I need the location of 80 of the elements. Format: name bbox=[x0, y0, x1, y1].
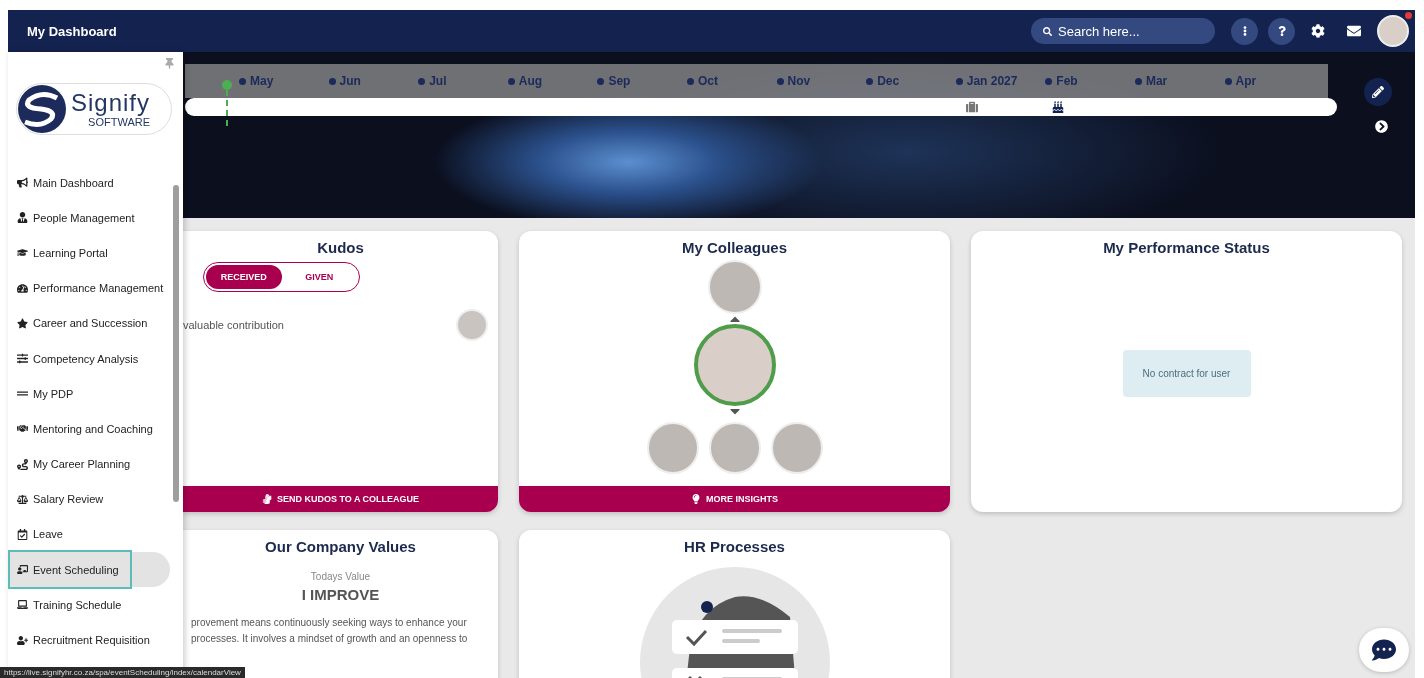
pencil-icon bbox=[1372, 86, 1384, 98]
month-label: Aug bbox=[507, 74, 598, 88]
nav-item[interactable]: Mentoring and Coaching bbox=[8, 411, 153, 447]
card-title: Our Company Values bbox=[265, 538, 416, 555]
nav-item[interactable]: People Management bbox=[8, 200, 135, 236]
star-icon bbox=[17, 317, 28, 329]
scrollbar[interactable] bbox=[173, 185, 179, 502]
brand-tagline: SOFTWARE bbox=[88, 116, 151, 128]
chevron-right-icon bbox=[1374, 120, 1388, 133]
graduation-cap-icon bbox=[17, 247, 28, 259]
nav-item[interactable]: My Career Planning bbox=[8, 446, 131, 482]
swoosh-logo-icon bbox=[17, 84, 67, 134]
sender-avatar bbox=[456, 309, 488, 341]
nav-item[interactable]: Competency Analysis bbox=[8, 340, 139, 377]
nav-item[interactable]: Recruitment Requisition bbox=[8, 622, 150, 658]
suitcase-icon bbox=[965, 101, 978, 113]
nav-item[interactable]: Leave bbox=[8, 516, 63, 553]
chat-button[interactable] bbox=[1359, 628, 1409, 672]
month-label: Jun bbox=[328, 74, 419, 88]
value-description: provement means continuously seeking ways to enhance your processes. It involves a mindset of growth and an openness to bbox=[190, 616, 469, 646]
send-kudos-button[interactable]: SEND KUDOS TO A COLLEAGUE bbox=[183, 486, 498, 512]
nav-item[interactable]: Salary Review bbox=[8, 481, 104, 517]
sliders-icon bbox=[17, 353, 28, 365]
hands-icon bbox=[261, 494, 272, 504]
nav-item[interactable]: Career and Succession bbox=[8, 305, 148, 341]
brand-name: Signify bbox=[71, 90, 151, 116]
route-icon bbox=[17, 458, 28, 470]
nav-item[interactable]: Event Scheduling bbox=[8, 552, 170, 588]
month-label: May bbox=[239, 74, 329, 88]
settings-icon bbox=[1311, 24, 1325, 38]
edit-button[interactable] bbox=[1364, 78, 1392, 106]
month-label: Apr bbox=[1224, 74, 1315, 88]
search-icon bbox=[1043, 27, 1052, 36]
today-marker bbox=[222, 80, 232, 126]
user-avatar[interactable] bbox=[1377, 15, 1409, 47]
month-label: Oct bbox=[686, 74, 777, 88]
link-preview: https://live.signifyhr.co.za/spa/eventScheduling/index/calendarView bbox=[0, 667, 245, 678]
envelope-icon bbox=[1347, 24, 1361, 38]
month-label: Jan 2027 bbox=[955, 74, 1046, 88]
nav-item[interactable]: Main Dashboard bbox=[8, 165, 114, 201]
month-label: Feb bbox=[1045, 74, 1135, 88]
month-label: Jul bbox=[418, 74, 508, 88]
lightbulb-icon bbox=[691, 494, 701, 504]
kudos-message: valuable contribution bbox=[183, 319, 284, 331]
search-field[interactable]: Search here... bbox=[1031, 18, 1215, 44]
value-caption: Todays Value bbox=[310, 571, 371, 582]
scales-icon bbox=[17, 493, 28, 505]
next-button[interactable] bbox=[1374, 120, 1388, 133]
chat-icon bbox=[1372, 638, 1396, 662]
calendar-check-icon bbox=[17, 528, 28, 540]
info-notice: No contract for user bbox=[1122, 350, 1251, 397]
page-title: My Dashboard bbox=[27, 23, 118, 39]
kudos-tab[interactable]: GIVEN bbox=[281, 265, 357, 289]
card-title: My Colleagues bbox=[682, 239, 787, 256]
nav-item[interactable]: Learning Portal bbox=[8, 235, 108, 271]
more-options-button[interactable] bbox=[1231, 17, 1258, 45]
value-name: I IMPROVE bbox=[301, 586, 380, 603]
kudos-tab[interactable]: RECEIVED bbox=[206, 265, 282, 289]
nav-item[interactable]: Training Schedule bbox=[8, 587, 122, 623]
card-title: HR Processes bbox=[684, 538, 785, 555]
presenter-icon bbox=[17, 564, 28, 576]
laptop-icon bbox=[17, 599, 28, 611]
person-icon bbox=[17, 212, 28, 224]
handshake-icon bbox=[17, 423, 28, 435]
month-label: Dec bbox=[866, 74, 956, 88]
cake-icon bbox=[1052, 101, 1065, 113]
card-title: My Performance Status bbox=[1103, 239, 1270, 256]
month-label: Nov bbox=[776, 74, 867, 88]
megaphone-icon bbox=[17, 177, 28, 189]
month-label: Sep bbox=[597, 74, 687, 88]
pin-icon bbox=[164, 58, 175, 69]
month-label: Mar bbox=[1134, 74, 1225, 88]
card-title: Kudos bbox=[317, 239, 364, 256]
nav-item[interactable]: My PDP bbox=[8, 376, 74, 412]
help-button[interactable] bbox=[1268, 17, 1295, 45]
gauge-icon bbox=[17, 282, 28, 294]
more-insights-button[interactable]: MORE INSIGHTS bbox=[519, 486, 950, 512]
nav-item[interactable]: Performance Management bbox=[8, 270, 164, 306]
user-plus-icon bbox=[17, 634, 28, 646]
question-icon bbox=[1276, 26, 1287, 36]
